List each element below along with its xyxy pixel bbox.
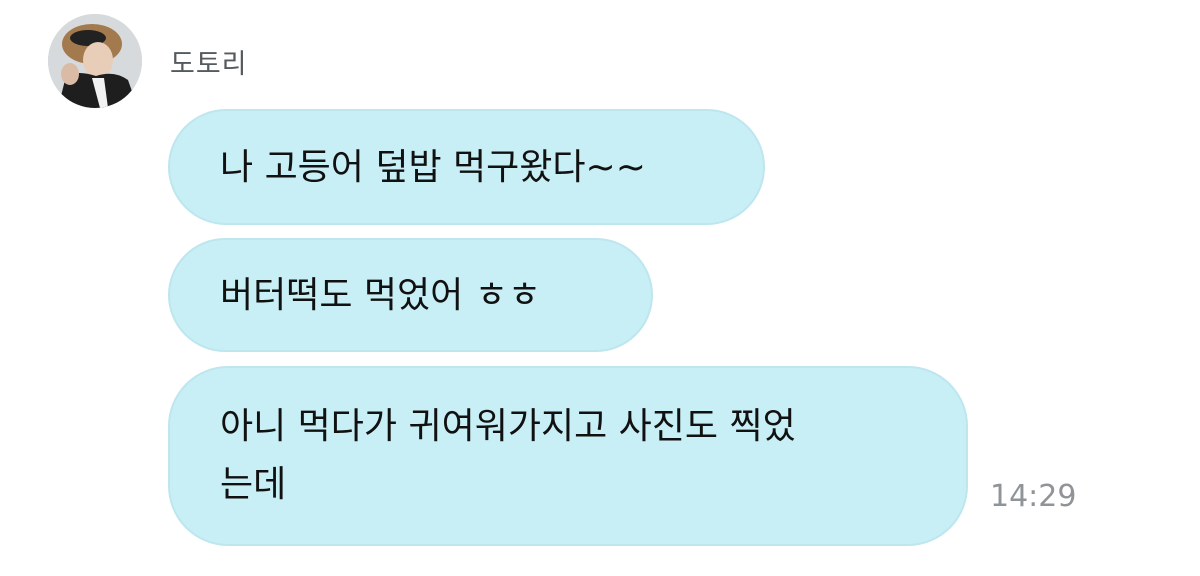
message-timestamp: 14:29 [990,479,1077,514]
message-text-line: 는데 [220,464,287,505]
message-text: 나 고등어 덮밥 먹구왔다~~ [220,147,646,188]
sender-name: 도토리 [170,49,248,80]
message-text: 버터떡도 먹었어 ㅎㅎ [220,275,541,316]
avatar[interactable] [48,14,142,108]
message-bubble[interactable]: 나 고등어 덮밥 먹구왔다~~ [168,109,765,225]
chat-view: 도토리 나 고등어 덮밥 먹구왔다~~ 버터떡도 먹었어 ㅎㅎ 아니 먹다가 귀… [0,0,1200,576]
message-bubble[interactable]: 버터떡도 먹었어 ㅎㅎ [168,238,653,352]
message-text-line: 아니 먹다가 귀여워가지고 사진도 찍었 [220,406,796,447]
avatar-photo-icon [48,14,142,108]
message-bubble[interactable]: 아니 먹다가 귀여워가지고 사진도 찍었 는데 [168,366,968,546]
